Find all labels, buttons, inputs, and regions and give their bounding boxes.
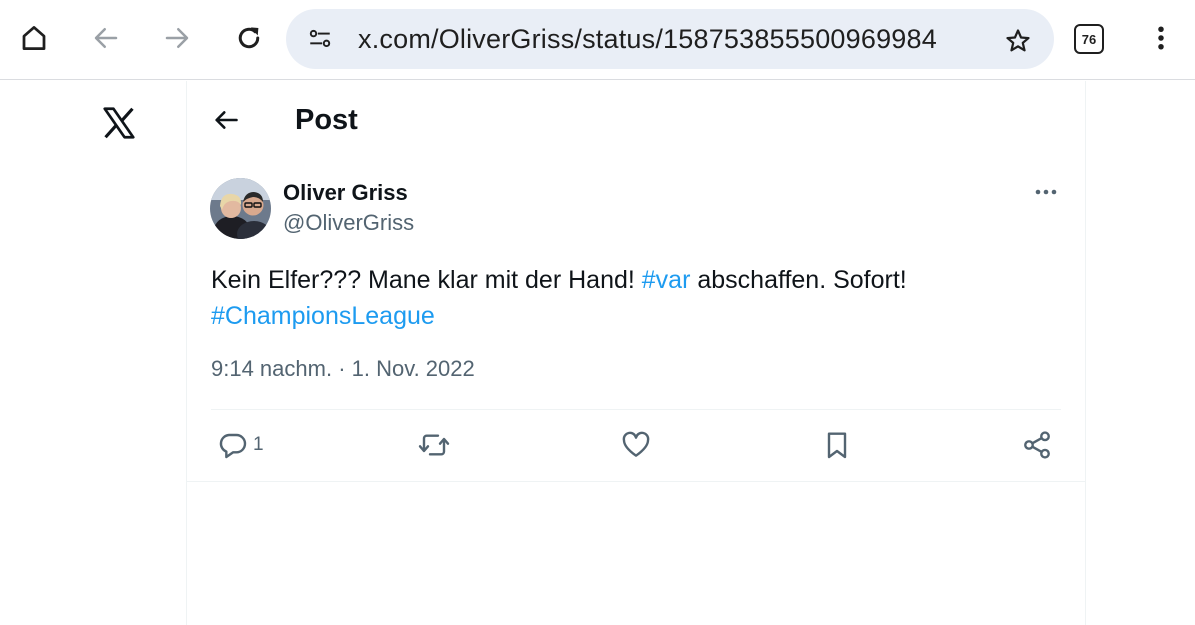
reply-icon (217, 429, 249, 461)
home-icon[interactable] (14, 16, 54, 60)
forward-arrow-icon[interactable] (157, 16, 197, 60)
address-bar[interactable]: x.com/OliverGriss/status/158753855500969… (286, 9, 1054, 69)
star-icon[interactable] (1002, 25, 1034, 57)
avatar[interactable] (210, 178, 271, 239)
bookmark-button[interactable] (821, 428, 853, 462)
page-title: Post (295, 104, 358, 136)
back-arrow-icon[interactable] (212, 106, 240, 134)
bookmark-icon (821, 429, 853, 461)
divider (211, 409, 1061, 410)
tab-count: 76 (1081, 31, 1097, 47)
x-logo-icon[interactable] (100, 104, 138, 142)
heart-icon (620, 429, 652, 461)
repost-button[interactable] (417, 428, 451, 462)
column-divider-right (1085, 81, 1086, 625)
reply-count: 1 (253, 434, 264, 455)
like-button[interactable] (620, 428, 652, 462)
reload-icon[interactable] (229, 16, 269, 60)
url-text[interactable]: x.com/OliverGriss/status/158753855500969… (358, 24, 937, 55)
kebab-menu-icon[interactable] (1141, 16, 1181, 60)
browser-toolbar: x.com/OliverGriss/status/158753855500969… (0, 0, 1195, 80)
share-icon (1021, 429, 1053, 461)
hashtag-link[interactable]: #var (642, 266, 691, 294)
column-divider-left (186, 81, 187, 625)
more-options-icon[interactable] (1032, 180, 1062, 204)
reply-button[interactable]: 1 (217, 428, 264, 462)
post-text: Kein Elfer??? Mane klar mit der Hand! #v… (211, 262, 1071, 334)
share-button[interactable] (1021, 428, 1053, 462)
tab-switcher-button[interactable]: 76 (1074, 24, 1104, 54)
author-name[interactable]: Oliver Griss (283, 180, 408, 206)
post-text-part: abschaffen. Sofort! (690, 266, 907, 294)
divider (187, 481, 1085, 482)
site-settings-icon[interactable] (306, 25, 334, 53)
repost-icon (417, 429, 451, 461)
back-arrow-icon[interactable] (86, 16, 126, 60)
hashtag-link[interactable]: #ChampionsLeague (211, 302, 435, 330)
author-handle[interactable]: @OliverGriss (283, 210, 414, 236)
post-text-part: Kein Elfer??? Mane klar mit der Hand! (211, 266, 642, 294)
post-timestamp[interactable]: 9:14 nachm. · 1. Nov. 2022 (211, 356, 475, 382)
